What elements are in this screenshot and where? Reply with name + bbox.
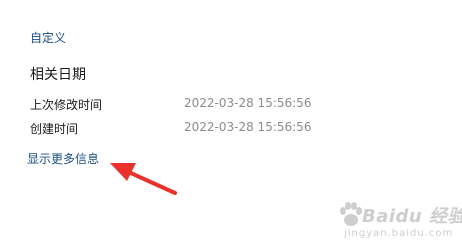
document-properties-panel: 自定义 相关日期 上次修改时间 2022-03-28 15:56:56 创建时间… [0, 0, 462, 252]
show-more-info-link[interactable]: 显示更多信息 [27, 150, 99, 167]
last-modified-value: 2022-03-28 15:56:56 [184, 96, 312, 110]
customize-link[interactable]: 自定义 [30, 29, 66, 46]
arrow-shaft [122, 168, 177, 195]
watermark-url: jingyan.baidu.com [344, 228, 454, 239]
baidu-watermark: Baidu 经验 jingyan.baidu.com [338, 200, 462, 246]
created-label: 创建时间 [30, 122, 79, 136]
paw-logo-icon [340, 202, 362, 226]
last-modified-label: 上次修改时间 [30, 98, 103, 112]
related-dates-heading: 相关日期 [30, 67, 86, 83]
watermark-text: Baidu 经验 [362, 206, 462, 227]
created-value: 2022-03-28 15:56:56 [184, 120, 312, 134]
arrow-head [110, 163, 136, 181]
